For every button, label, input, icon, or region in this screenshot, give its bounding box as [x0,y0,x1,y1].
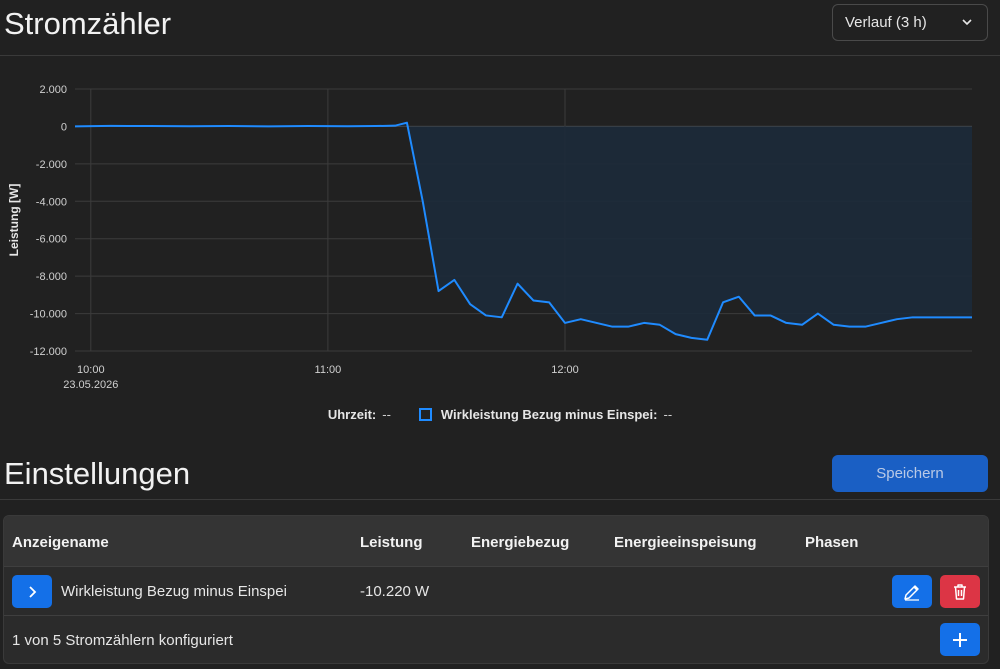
configured-count: 1 von 5 Stromzählern konfiguriert [12,632,233,649]
plus-icon [953,632,967,647]
edit-button[interactable] [892,575,932,608]
legend-x-value: -- [382,407,391,422]
save-button[interactable]: Speichern [832,455,988,492]
y-axis-label: Leistung [W] [7,184,21,257]
y-tick-label: -8.000 [36,271,67,283]
trash-icon [954,583,966,600]
meter-header: Stromzähler Verlauf (3 h) [0,0,1000,56]
y-tick-label: -12.000 [30,346,67,358]
page-title: Stromzähler [4,6,172,41]
legend-series-label[interactable]: Wirkleistung Bezug minus Einspei: [441,407,658,422]
x-tick-label: 12:00 [551,364,579,376]
x-tick-label: 11:00 [315,364,342,376]
col-display-name: Anzeigename [12,534,109,551]
settings-title: Einstellungen [4,456,191,491]
pencil-icon [904,584,919,601]
series-area [75,122,972,340]
table-row: Wirkleistung Bezug minus Einspei -10.220… [4,567,988,616]
add-meter-button[interactable] [940,623,980,656]
y-tick-label: -10.000 [30,309,67,321]
expand-row-button[interactable] [12,575,52,608]
x-tick-sublabel: 23.05.2026 [63,379,118,391]
legend-x-label: Uhrzeit: [327,407,377,422]
row-display-name: Wirkleistung Bezug minus Einspei [61,583,287,600]
power-chart[interactable]: 2.000 0 -2.000 -4.000 -6.000 -8.000 -10.000 -12… [0,60,1000,435]
y-tick-label: -2.000 [36,159,67,171]
col-power: Leistung [360,534,423,551]
chart-legend: Uhrzeit: -- Wirkleistung Bezug minus Ein… [0,407,1000,422]
legend-series-value: -- [663,407,673,422]
y-tick-label: 2.000 [39,84,67,96]
table-header: Anzeigename Leistung Energiebezug Energi… [4,516,988,567]
col-energy-import: Energiebezug [471,534,570,551]
row-power: -10.220 W [360,583,430,600]
legend-series-swatch[interactable] [418,408,432,421]
view-select-value: Verlauf (3 h) [845,14,927,31]
y-tick-label: -4.000 [36,196,67,208]
delete-button[interactable] [940,575,980,608]
meter-table: Anzeigename Leistung Energiebezug Energi… [3,515,989,664]
y-tick-label: 0 [61,121,67,133]
col-phases: Phasen [805,534,859,551]
table-footer: 1 von 5 Stromzählern konfiguriert [4,616,988,663]
chevron-right-icon [29,585,37,598]
chevron-down-icon [962,19,972,26]
y-tick-label: -6.000 [36,234,67,246]
view-select[interactable]: Verlauf (3 h) [832,4,988,41]
x-tick-label: 10:00 [77,364,105,376]
col-energy-export: Energieeinspeisung [614,534,757,551]
